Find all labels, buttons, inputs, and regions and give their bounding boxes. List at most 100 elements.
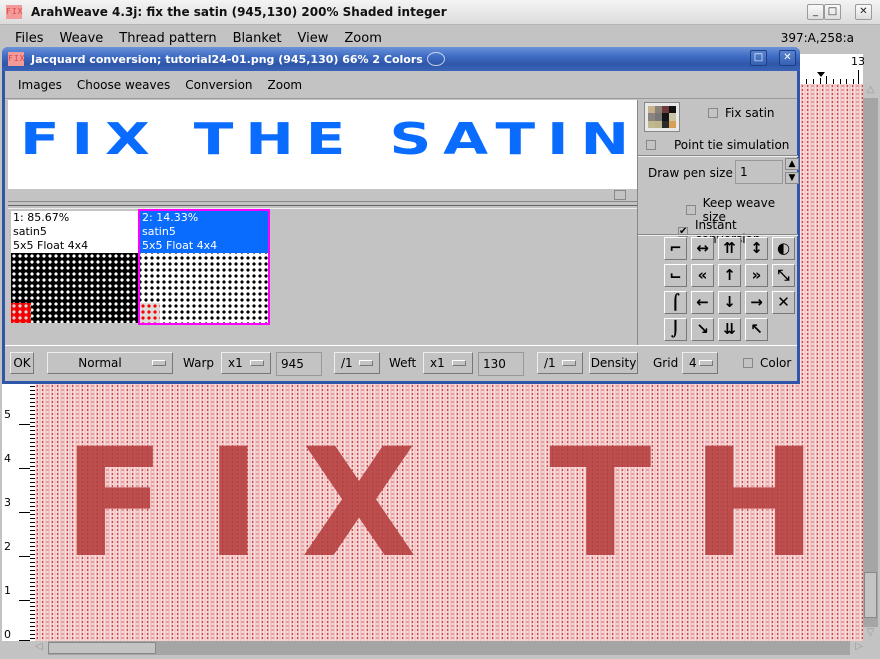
staircase-down-right-button[interactable]: ⌙ (664, 264, 687, 287)
dropdown-icon (562, 360, 576, 366)
position-marker-icon (817, 72, 825, 77)
pane-splitter[interactable] (8, 205, 637, 209)
warp-label: Warp (183, 356, 215, 370)
scroll-left-icon[interactable]: ◁ (35, 641, 48, 655)
draw-pen-label-text: Draw pen size (648, 166, 733, 180)
pen-size-decrease-icon[interactable]: ▼ (785, 172, 799, 184)
double-up-button[interactable]: ⇈ (718, 237, 741, 260)
menu-thread-pattern[interactable]: Thread pattern (119, 31, 216, 46)
weave-name: satin5 (142, 225, 176, 238)
vertical-scroll-thumb[interactable] (864, 572, 877, 618)
weft-divisor-select[interactable]: /1 (537, 352, 583, 374)
fill-down-right-button[interactable]: ↘ (691, 318, 714, 341)
weave-float: 5x5 Float 4x4 (13, 239, 89, 252)
dropdown-icon (250, 360, 264, 366)
density-button[interactable]: Density (589, 352, 638, 374)
clear-button[interactable]: ✕ (772, 291, 795, 314)
staircase-up-button[interactable]: ⌠ (664, 291, 687, 314)
double-down-button[interactable]: ⇊ (718, 318, 741, 341)
warp-multiplier-select[interactable]: x1 (221, 352, 271, 374)
fix-satin-checkbox[interactable] (708, 108, 718, 118)
scroll-right-icon[interactable]: ▷ (850, 641, 863, 655)
move-horizontal-button[interactable]: ↔ (691, 237, 714, 260)
arrow-down-button[interactable]: ↓ (718, 291, 741, 314)
palette-swatch (648, 120, 655, 128)
arrow-right-button[interactable]: → (745, 291, 768, 314)
preview-scroll-thumb[interactable] (614, 190, 626, 200)
staircase-up-right-icon: ⌐ (669, 239, 682, 257)
spiral-icon (426, 52, 445, 66)
staircase-down-button[interactable]: ⌡ (664, 318, 687, 341)
menu-files[interactable]: Files (15, 31, 44, 46)
dialog-maximize-button[interactable]: □ (750, 50, 767, 66)
weave-percentage: 2: 14.33% (142, 211, 199, 224)
maximize-button[interactable]: □ (824, 4, 841, 20)
fabric-figure-text: FIX TH (63, 417, 858, 591)
main-titlebar[interactable]: FIX ArahWeave 4.3j: fix the satin (945,1… (0, 0, 880, 25)
dialog-controls: □ ✕ (750, 50, 796, 66)
keep-weave-size-checkbox[interactable] (686, 205, 696, 215)
weft-multiplier-select[interactable]: x1 (423, 352, 473, 374)
diagonal-resize-icon: ⤡ (777, 266, 790, 284)
dialog-menu-images[interactable]: Images (18, 78, 62, 92)
dialog-titlebar[interactable]: FIX Jacquard conversion; tutorial24-01.p… (2, 47, 800, 71)
scroll-up-icon[interactable]: △ (863, 84, 878, 98)
scroll-down-icon[interactable]: ▽ (863, 627, 878, 641)
minimize-button[interactable]: _ (807, 4, 824, 20)
color-palette-thumbnail[interactable] (644, 102, 680, 132)
weave-float: 5x5 Float 4x4 (142, 239, 218, 252)
weft-input[interactable]: 130 (478, 352, 524, 376)
dialog-menu-zoom[interactable]: Zoom (268, 78, 303, 92)
point-tie-checkbox[interactable] (646, 140, 656, 150)
top-ruler-label: 13 (851, 55, 865, 68)
fix-satin-option[interactable]: Fix satin (708, 106, 775, 120)
menu-view[interactable]: View (298, 31, 329, 46)
double-left-button[interactable]: « (691, 264, 714, 287)
dialog-menu-choose-weaves[interactable]: Choose weaves (77, 78, 170, 92)
horizontal-scroll-thumb[interactable] (48, 642, 156, 654)
preview-image-text: FIX THE SATIN (20, 114, 637, 165)
dropdown-icon (359, 360, 373, 366)
invert-button[interactable]: ◐ (772, 237, 795, 260)
weave-item-selected[interactable]: 2: 14.33% satin5 5x5 Float 4x4 (138, 209, 270, 325)
color-checkbox[interactable] (743, 358, 753, 368)
color-label: Color (760, 356, 792, 370)
staircase-up-right-button[interactable]: ⌐ (664, 237, 687, 260)
ok-button[interactable]: OK (10, 352, 34, 374)
move-vertical-button[interactable]: ↕ (745, 237, 768, 260)
preview-scrollbar[interactable] (8, 188, 637, 202)
vertical-scrollbar[interactable]: △ ▽ (863, 84, 878, 641)
divider (638, 234, 798, 236)
menu-zoom[interactable]: Zoom (344, 31, 381, 46)
move-horizontal-icon: ↔ (696, 239, 709, 257)
arrow-up-button[interactable]: ↑ (718, 264, 741, 287)
fill-up-left-button[interactable]: ↖ (745, 318, 768, 341)
arrow-left-button[interactable]: ← (691, 291, 714, 314)
double-down-icon: ⇊ (723, 320, 736, 338)
grid-label: Grid (653, 356, 679, 370)
draw-pen-size-input[interactable]: 1 (735, 160, 783, 184)
mode-select[interactable]: Normal (47, 352, 173, 374)
palette-swatch (655, 106, 662, 114)
menu-weave[interactable]: Weave (60, 31, 104, 46)
grid-select[interactable]: 4 (682, 352, 718, 374)
double-right-button[interactable]: » (745, 264, 768, 287)
weave-item[interactable]: 1: 85.67% satin5 5x5 Float 4x4 (11, 211, 139, 323)
dropdown-icon (699, 360, 713, 366)
weft-divisor-value: /1 (544, 356, 556, 370)
close-button[interactable]: ✕ (855, 4, 872, 20)
point-tie-option[interactable]: Point tie simulation (646, 138, 789, 152)
image-preview[interactable]: FIX THE SATIN (8, 100, 637, 188)
diagonal-resize-button[interactable]: ⤡ (772, 264, 795, 287)
warp-divisor-select[interactable]: /1 (334, 352, 380, 374)
dialog-menu-conversion[interactable]: Conversion (185, 78, 252, 92)
dialog-close-button[interactable]: ✕ (779, 50, 796, 66)
app-icon: FIX (6, 5, 22, 19)
palette-swatch (662, 113, 669, 121)
horizontal-scrollbar[interactable]: ◁ ▷ (35, 641, 863, 655)
move-vertical-icon: ↕ (750, 239, 763, 257)
color-option[interactable]: Color (743, 356, 791, 370)
pen-size-increase-icon[interactable]: ▲ (785, 158, 799, 170)
warp-input[interactable]: 945 (276, 352, 322, 376)
menu-blanket[interactable]: Blanket (233, 31, 282, 46)
